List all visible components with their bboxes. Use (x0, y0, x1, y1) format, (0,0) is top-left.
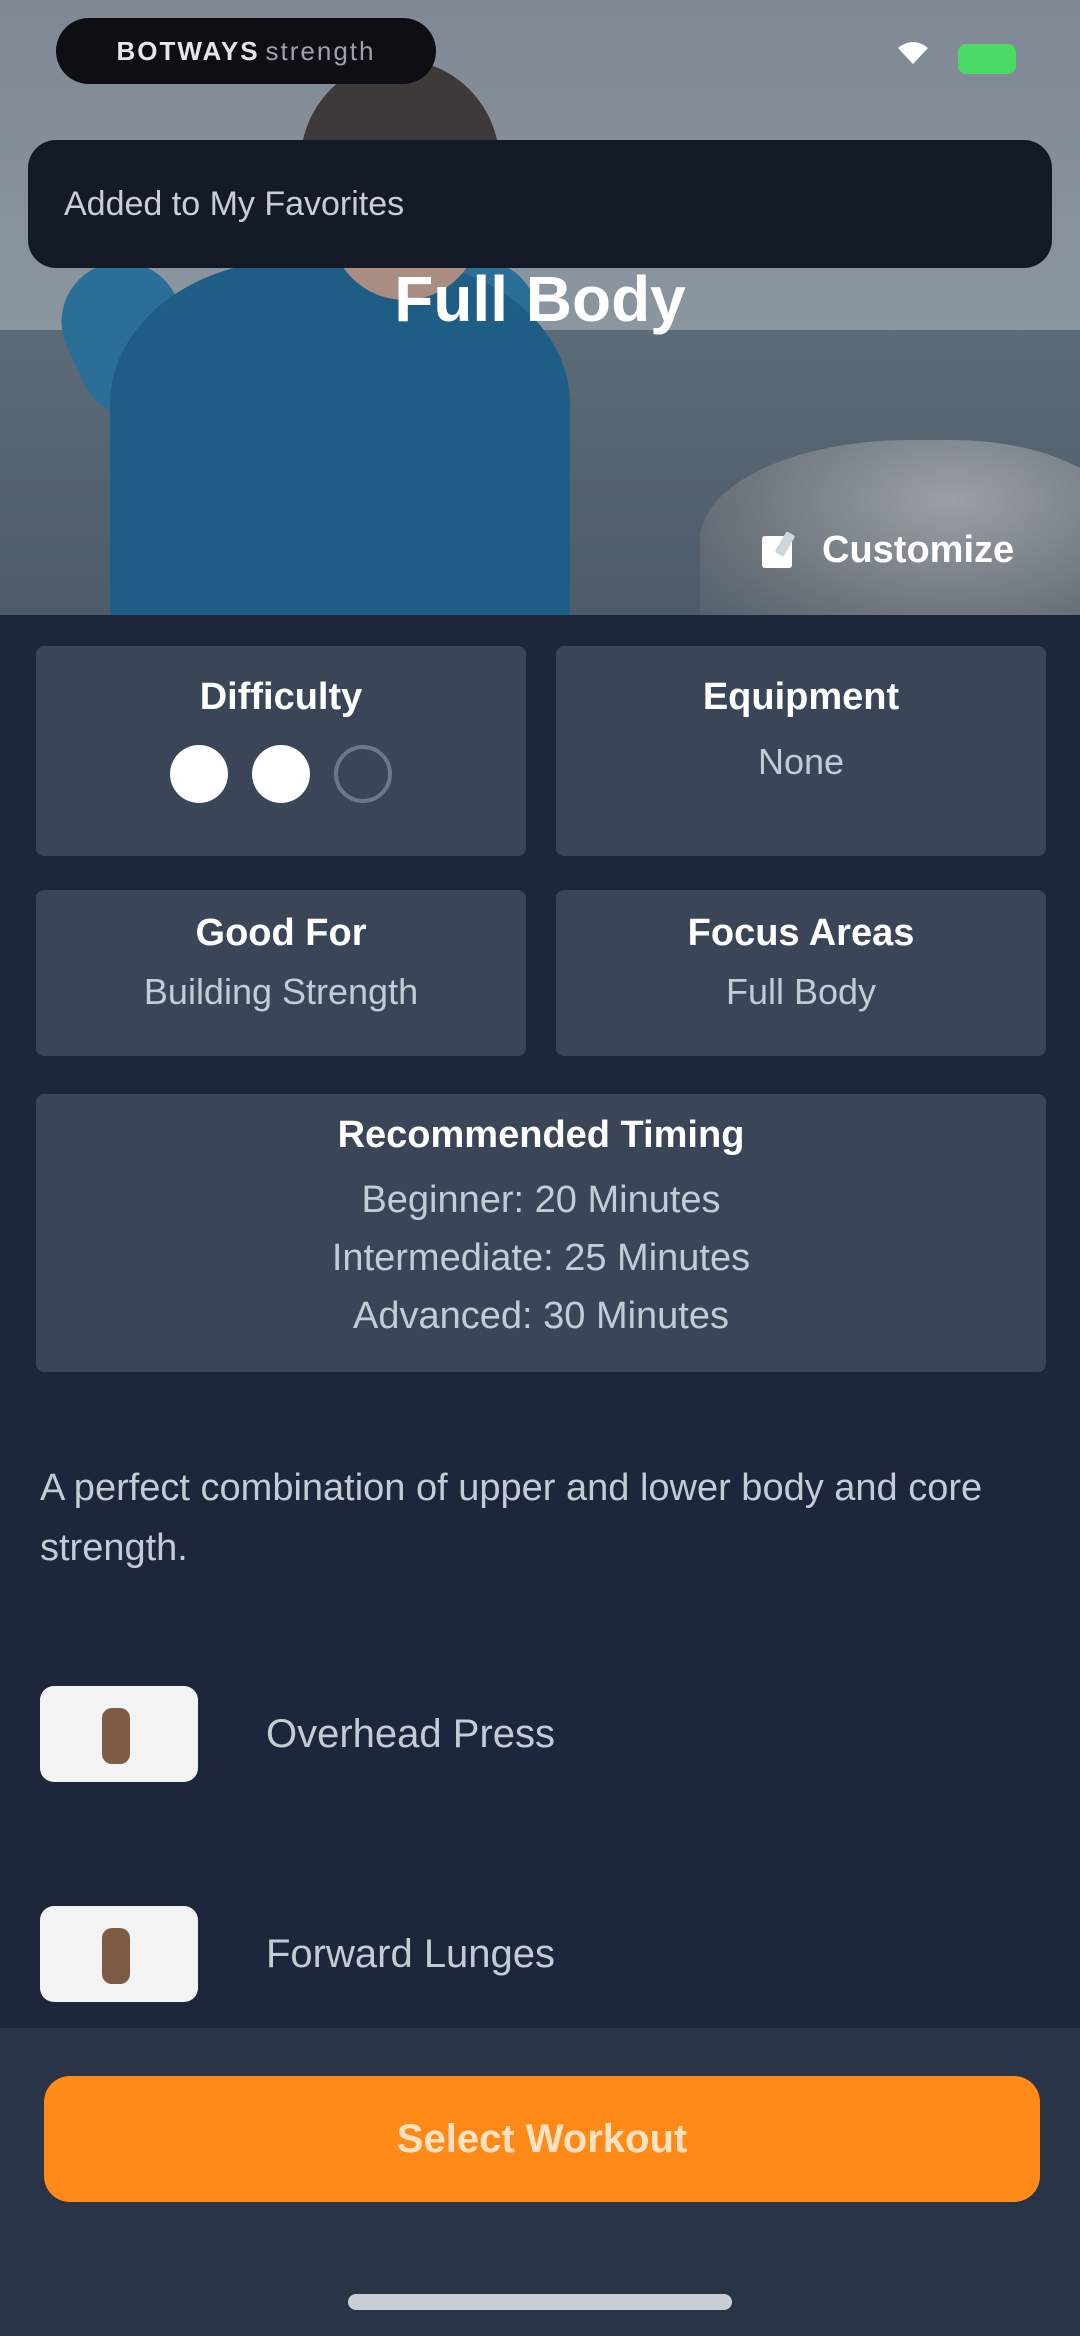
brand-name: BOTWAYS (116, 35, 260, 66)
equipment-label: Equipment (702, 676, 900, 718)
good-for-value: Building Strength (143, 971, 419, 1012)
equipment-value: None (757, 741, 845, 782)
exercise-name: Forward Lunges (266, 1931, 556, 1976)
equipment-card: Equipment None (556, 646, 1046, 856)
focus-areas-value: Full Body (725, 971, 877, 1012)
good-for-card: Good For Building Strength (36, 890, 526, 1056)
timing-beginner: Beginner: 20 Minutes (361, 1179, 721, 1221)
wifi-icon (898, 42, 928, 64)
kettlebell-icon (252, 745, 310, 803)
difficulty-label: Difficulty (199, 676, 363, 718)
good-for-label: Good For (195, 912, 367, 954)
workout-description: A perfect combination of upper and lower… (40, 1467, 983, 1569)
difficulty-rating (36, 745, 526, 803)
exercise-thumbnail (40, 1906, 198, 2002)
customize-button[interactable]: Customize (760, 520, 1014, 580)
brand-pill: BOTWAYS strength (56, 18, 436, 84)
exercise-thumbnail (40, 1686, 198, 1782)
kettlebell-icon (170, 745, 228, 803)
select-workout-button[interactable]: Select Workout (44, 2076, 1040, 2202)
exercise-item[interactable]: Overhead Press (40, 1686, 555, 1782)
exercise-name: Overhead Press (266, 1711, 556, 1756)
battery-icon (958, 44, 1016, 74)
kettlebell-icon (334, 745, 392, 803)
toast-notification: Added to My Favorites (28, 140, 1052, 268)
home-indicator[interactable] (348, 2294, 732, 2310)
exercise-item[interactable]: Forward Lunges (40, 1906, 555, 2002)
workout-title: Full Body (394, 263, 686, 335)
focus-areas-card: Focus Areas Full Body (556, 890, 1046, 1056)
focus-areas-label: Focus Areas (687, 912, 915, 954)
timing-card: Recommended Timing Beginner: 20 Minutes … (36, 1094, 1046, 1372)
edit-icon (762, 531, 795, 568)
timing-advanced: Advanced: 30 Minutes (352, 1295, 729, 1337)
timing-label: Recommended Timing (337, 1114, 745, 1156)
customize-label: Customize (822, 528, 1015, 571)
brand-suffix: strength (265, 35, 376, 66)
toast-message: Added to My Favorites (64, 184, 405, 223)
timing-intermediate: Intermediate: 25 Minutes (331, 1237, 751, 1279)
difficulty-card: Difficulty (36, 646, 526, 856)
